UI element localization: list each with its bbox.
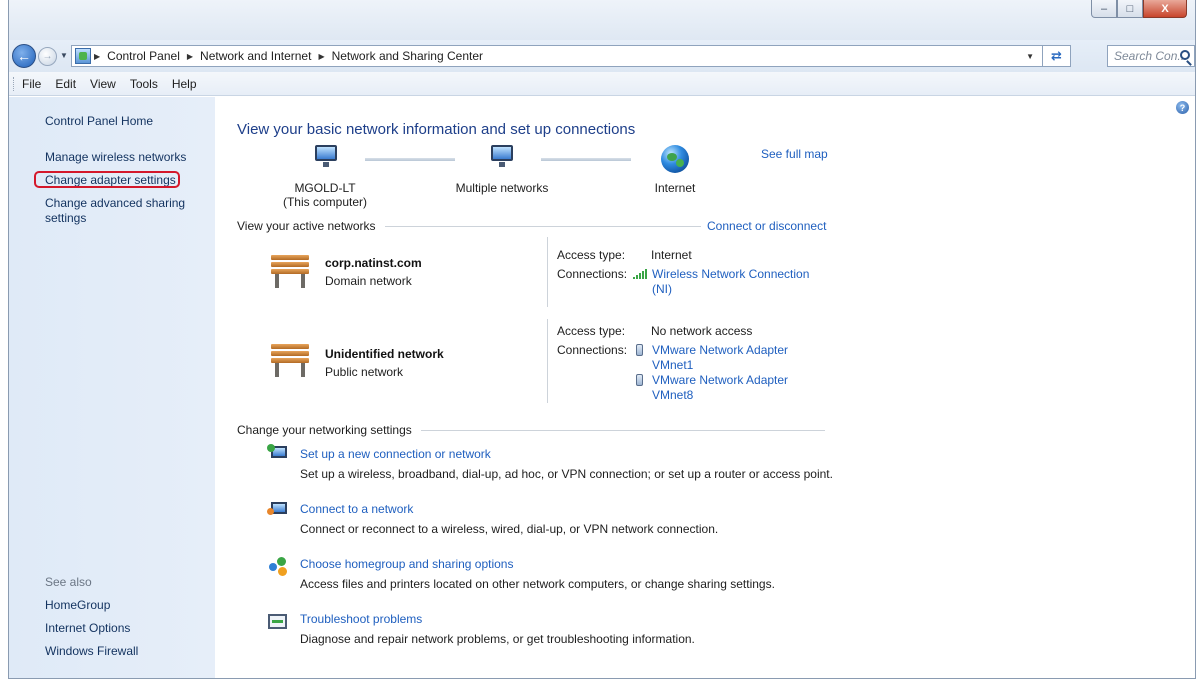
- access-type-value: Internet: [651, 248, 692, 262]
- refresh-icon: ⇄: [1051, 48, 1062, 63]
- recent-pages-dropdown[interactable]: ▼: [60, 51, 68, 60]
- task-connect-to-network[interactable]: Connect to a network: [300, 502, 413, 516]
- vmware-adapter-vmnet8-link[interactable]: VMware Network Adapter VMnet8: [652, 373, 788, 403]
- see-also-label: See also: [45, 575, 92, 589]
- network-adapter-icon: [636, 344, 643, 356]
- multiple-networks-icon: [487, 145, 517, 169]
- breadcrumb-separator[interactable]: ▶: [94, 52, 100, 61]
- task-setup-new-connection[interactable]: Set up a new connection or network: [300, 447, 491, 461]
- access-type-value: No network access: [651, 324, 753, 338]
- menu-help[interactable]: Help: [172, 77, 197, 91]
- vmware-adapter-vmnet1-link[interactable]: VMware Network Adapter VMnet1: [652, 343, 788, 373]
- menu-bar: File Edit View Tools Help: [9, 72, 1195, 96]
- see-also-internet-options[interactable]: Internet Options: [45, 621, 130, 636]
- task-troubleshoot[interactable]: Troubleshoot problems: [300, 612, 422, 626]
- network-name-corp: corp.natinst.com: [325, 256, 422, 270]
- close-button[interactable]: X: [1143, 0, 1187, 18]
- public-network-bench-icon: [267, 342, 311, 380]
- forward-button[interactable]: →: [38, 47, 57, 66]
- network-divider: [547, 319, 548, 403]
- map-computer-label: MGOLD-LT (This computer): [282, 181, 368, 209]
- connect-to-network-icon: [267, 500, 289, 522]
- network-divider: [547, 237, 548, 307]
- map-internet-label: Internet: [654, 181, 696, 195]
- help-icon[interactable]: ?: [1176, 101, 1189, 114]
- task-homegroup-sharing[interactable]: Choose homegroup and sharing options: [300, 557, 513, 571]
- connections-label: Connections:: [557, 343, 628, 357]
- new-connection-icon: [267, 444, 289, 466]
- change-settings-header: Change your networking settings: [237, 423, 412, 437]
- breadcrumb-network-and-internet[interactable]: Network and Internet: [200, 49, 311, 63]
- menu-view[interactable]: View: [90, 77, 116, 91]
- map-multiple-networks-label: Multiple networks: [455, 181, 549, 195]
- connections-label: Connections:: [557, 267, 628, 281]
- sidebar-item-manage-wireless-networks[interactable]: Manage wireless networks: [45, 150, 186, 165]
- map-connector-line: [541, 158, 631, 161]
- task-connect-to-network-desc: Connect or reconnect to a wireless, wire…: [300, 522, 719, 536]
- network-sharing-center-window: – □ X ← → ▼ ▶ Control Panel ▶ Network an…: [8, 0, 1196, 679]
- breadcrumb-network-and-sharing-center[interactable]: Network and Sharing Center: [332, 49, 483, 63]
- search-placeholder: Search Con...: [1114, 49, 1188, 63]
- see-also-windows-firewall[interactable]: Windows Firewall: [45, 644, 138, 659]
- address-dropdown[interactable]: ▼: [1026, 52, 1034, 61]
- refresh-button[interactable]: ⇄: [1042, 46, 1070, 66]
- sidebar-control-panel-home[interactable]: Control Panel Home: [45, 114, 153, 129]
- connect-or-disconnect-link[interactable]: Connect or disconnect: [707, 219, 826, 233]
- domain-network-bench-icon: [267, 253, 311, 291]
- internet-globe-icon: [661, 145, 689, 173]
- search-icon[interactable]: [1180, 50, 1190, 60]
- menu-grip: [13, 76, 16, 91]
- computer-icon: [311, 145, 341, 169]
- maximize-button[interactable]: □: [1117, 0, 1143, 18]
- breadcrumb-separator[interactable]: ▶: [187, 52, 193, 61]
- see-also-homegroup[interactable]: HomeGroup: [45, 598, 110, 613]
- section-rule: [385, 226, 701, 227]
- task-homegroup-sharing-desc: Access files and printers located on oth…: [300, 577, 775, 591]
- navigation-bar: ← → ▼ ▶ Control Panel ▶ Network and Inte…: [9, 40, 1195, 72]
- network-type-public: Public network: [325, 365, 404, 379]
- menu-edit[interactable]: Edit: [55, 77, 76, 91]
- see-full-map-link[interactable]: See full map: [761, 147, 828, 161]
- active-networks-header: View your active networks: [237, 219, 376, 233]
- main-content: ? View your basic network information an…: [215, 97, 1195, 678]
- back-button[interactable]: ←: [12, 44, 36, 68]
- task-troubleshoot-desc: Diagnose and repair network problems, or…: [300, 632, 695, 646]
- back-arrow-icon: ←: [17, 48, 31, 64]
- menu-tools[interactable]: Tools: [130, 77, 158, 91]
- page-title: View your basic network information and …: [237, 121, 636, 138]
- section-rule: [421, 430, 825, 431]
- homegroup-icon: [267, 555, 289, 577]
- sidebar-item-change-advanced-sharing-settings[interactable]: Change advanced sharing settings: [45, 196, 205, 226]
- access-type-label: Access type:: [557, 324, 626, 338]
- caption-buttons: – □ X: [1091, 0, 1187, 18]
- forward-arrow-icon: →: [42, 51, 53, 62]
- title-bar: – □ X: [9, 0, 1195, 40]
- breadcrumb-control-panel[interactable]: Control Panel: [107, 49, 180, 63]
- highlight-annotation: [34, 171, 180, 188]
- access-type-label: Access type:: [557, 248, 626, 262]
- map-connector-line: [365, 158, 455, 161]
- wireless-network-connection-link[interactable]: Wireless Network Connection (NI): [652, 267, 809, 297]
- network-type-domain: Domain network: [325, 274, 412, 288]
- wireless-signal-icon: [633, 269, 647, 279]
- network-name-unidentified: Unidentified network: [325, 347, 444, 361]
- control-panel-icon: [75, 48, 91, 64]
- search-input[interactable]: Search Con...: [1107, 45, 1195, 67]
- menu-file[interactable]: File: [22, 77, 41, 91]
- troubleshoot-icon: [267, 611, 289, 633]
- task-setup-new-connection-desc: Set up a wireless, broadband, dial-up, a…: [300, 467, 833, 481]
- address-bar[interactable]: ▶ Control Panel ▶ Network and Internet ▶…: [71, 45, 1071, 67]
- minimize-button[interactable]: –: [1091, 0, 1117, 18]
- network-adapter-icon: [636, 374, 643, 386]
- breadcrumb-separator[interactable]: ▶: [318, 52, 324, 61]
